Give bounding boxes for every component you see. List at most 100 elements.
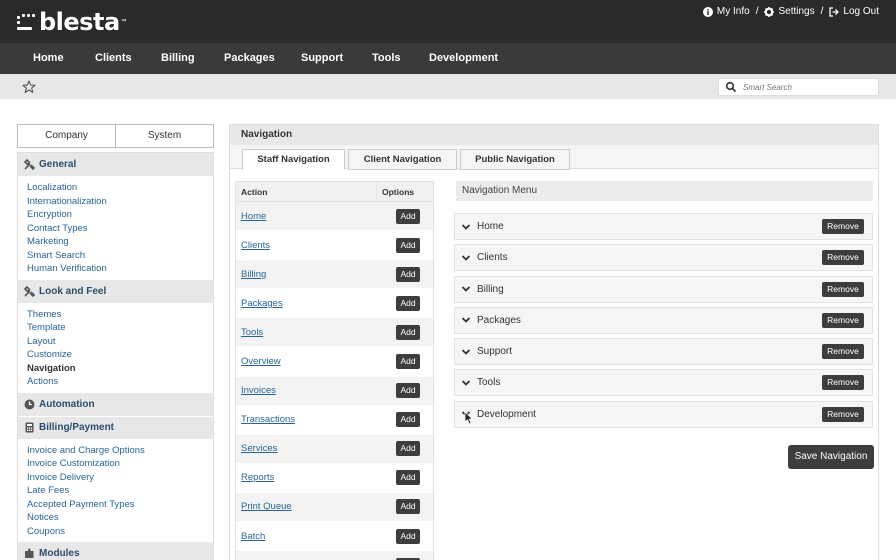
save-navigation-button[interactable]: Save Navigation	[788, 445, 874, 469]
sidebar-item-navigation[interactable]: Navigation	[27, 362, 213, 376]
sidebar-item-internationalization[interactable]: Internationalization	[27, 195, 213, 209]
nav-menu-item: Clients Remove	[454, 244, 873, 272]
nav-home[interactable]: Home	[33, 43, 64, 74]
navigation-menu-title: Navigation Menu	[456, 181, 873, 201]
settings-link[interactable]: Settings	[764, 6, 815, 17]
action-link[interactable]: Batch	[236, 531, 396, 542]
nav-menu-item-label[interactable]: Development	[477, 409, 822, 420]
sidebar-item-actions[interactable]: Actions	[27, 375, 213, 389]
sidebar-item-coupons[interactable]: Coupons	[27, 525, 213, 539]
remove-button[interactable]: Remove	[822, 250, 864, 266]
table-body: Home Add Clients Add Billing Add Packages Add To…	[236, 202, 433, 560]
nav-menu-item-label[interactable]: Tools	[477, 377, 822, 388]
tab-public-navigation[interactable]: Public Navigation	[460, 149, 570, 170]
log-out-link[interactable]: Log Out	[829, 6, 879, 17]
action-link[interactable]: Packages	[236, 298, 396, 309]
column-header-options: Options	[382, 187, 415, 197]
table-row: Reports Add	[236, 463, 433, 493]
nav-packages[interactable]: Packages	[224, 43, 275, 74]
action-link[interactable]: Reports	[236, 472, 396, 483]
action-link[interactable]: Services	[236, 443, 396, 454]
chevron-down-icon[interactable]	[461, 315, 471, 325]
sidebar-item-invoice-charge-options[interactable]: Invoice and Charge Options	[27, 444, 213, 458]
add-button[interactable]: Add	[396, 324, 420, 340]
chevron-down-icon[interactable]	[461, 378, 471, 388]
action-link[interactable]: Tools	[236, 327, 396, 338]
sidebar-group-general[interactable]: General	[18, 153, 213, 176]
table-row: Batch Add	[236, 522, 433, 552]
add-button[interactable]: Add	[396, 208, 420, 224]
sidebar-item-customize[interactable]: Customize	[27, 348, 213, 362]
action-link[interactable]: Home	[236, 211, 396, 222]
add-button[interactable]: Add	[396, 354, 420, 370]
sidebar-item-contact-types[interactable]: Contact Types	[27, 222, 213, 236]
nav-support[interactable]: Support	[301, 43, 343, 74]
action-link[interactable]: Clients	[236, 240, 396, 251]
nav-billing[interactable]: Billing	[161, 43, 195, 74]
add-button[interactable]: Add	[396, 295, 420, 311]
tab-client-navigation[interactable]: Client Navigation	[348, 149, 457, 170]
action-link[interactable]: Billing	[236, 269, 396, 280]
sidebar-item-invoice-customization[interactable]: Invoice Customization	[27, 457, 213, 471]
add-button[interactable]: Add	[396, 441, 420, 457]
sidebar-item-notices[interactable]: Notices	[27, 511, 213, 525]
sidebar-item-human-verification[interactable]: Human Verification	[27, 262, 213, 276]
nav-tools[interactable]: Tools	[372, 43, 401, 74]
add-button[interactable]: Add	[396, 266, 420, 282]
remove-button[interactable]: Remove	[822, 281, 864, 297]
sidebar-group-look-and-feel[interactable]: Look and Feel	[18, 279, 213, 303]
nav-menu-item-label[interactable]: Home	[477, 221, 822, 232]
sub-bar	[0, 74, 896, 99]
remove-button[interactable]: Remove	[822, 375, 864, 391]
sidebar-group-billing-payment[interactable]: Billing/Payment	[18, 415, 213, 439]
add-button[interactable]: Add	[396, 470, 420, 486]
chevron-down-icon[interactable]	[461, 284, 471, 294]
nav-menu-item-label[interactable]: Packages	[477, 315, 822, 326]
sidebar-item-marketing[interactable]: Marketing	[27, 235, 213, 249]
nav-menu-item-label[interactable]: Clients	[477, 252, 822, 263]
nav-clients[interactable]: Clients	[95, 43, 132, 74]
star-icon[interactable]	[22, 80, 36, 94]
sidebar-group-automation[interactable]: Automation	[18, 392, 213, 416]
add-button[interactable]: Add	[396, 383, 420, 399]
nav-development[interactable]: Development	[429, 43, 498, 74]
my-info-link[interactable]: My Info	[702, 6, 750, 17]
gear-icon	[764, 6, 775, 17]
chevron-down-icon[interactable]	[461, 222, 471, 232]
action-link[interactable]: Transactions	[236, 414, 396, 425]
sidebar-item-template[interactable]: Template	[27, 321, 213, 335]
settings-sidebar: General Localization Internationalizatio…	[17, 152, 214, 560]
add-button[interactable]: Add	[396, 412, 420, 428]
chevron-down-icon[interactable]	[461, 347, 471, 357]
add-button[interactable]: Add	[396, 499, 420, 515]
tab-staff-navigation[interactable]: Staff Navigation	[242, 149, 345, 170]
blesta-logo[interactable]: blesta ™	[17, 8, 127, 36]
sidebar-item-invoice-delivery[interactable]: Invoice Delivery	[27, 471, 213, 485]
add-button[interactable]: Add	[396, 528, 420, 544]
remove-button[interactable]: Remove	[822, 406, 864, 422]
action-link[interactable]: Invoices	[236, 385, 396, 396]
smart-search-input[interactable]	[743, 82, 873, 92]
action-link[interactable]: Print Queue	[236, 501, 396, 512]
nav-menu-item-label[interactable]: Billing	[477, 284, 822, 295]
sidebar-item-localization[interactable]: Localization	[27, 181, 213, 195]
sidebar-item-smart-search[interactable]: Smart Search	[27, 249, 213, 263]
company-button[interactable]: Company	[17, 124, 116, 148]
sidebar-group-title: Billing/Payment	[39, 422, 115, 433]
add-button[interactable]: Add	[396, 237, 420, 253]
main-navbar: Home Clients Billing Packages Support To…	[0, 43, 896, 74]
sidebar-item-accepted-payment-types[interactable]: Accepted Payment Types	[27, 498, 213, 512]
remove-button[interactable]: Remove	[822, 344, 864, 360]
remove-button[interactable]: Remove	[822, 219, 864, 234]
sidebar-group-modules[interactable]: Modules	[18, 542, 213, 560]
action-link[interactable]: Overview	[236, 356, 396, 367]
system-button[interactable]: System	[116, 124, 214, 148]
nav-menu-item-label[interactable]: Support	[477, 346, 822, 357]
sidebar-item-late-fees[interactable]: Late Fees	[27, 484, 213, 498]
chevron-down-icon[interactable]	[461, 253, 471, 263]
mouse-cursor-icon	[464, 411, 474, 425]
sidebar-item-encryption[interactable]: Encryption	[27, 208, 213, 222]
remove-button[interactable]: Remove	[822, 312, 864, 328]
sidebar-item-themes[interactable]: Themes	[27, 308, 213, 322]
sidebar-item-layout[interactable]: Layout	[27, 335, 213, 349]
